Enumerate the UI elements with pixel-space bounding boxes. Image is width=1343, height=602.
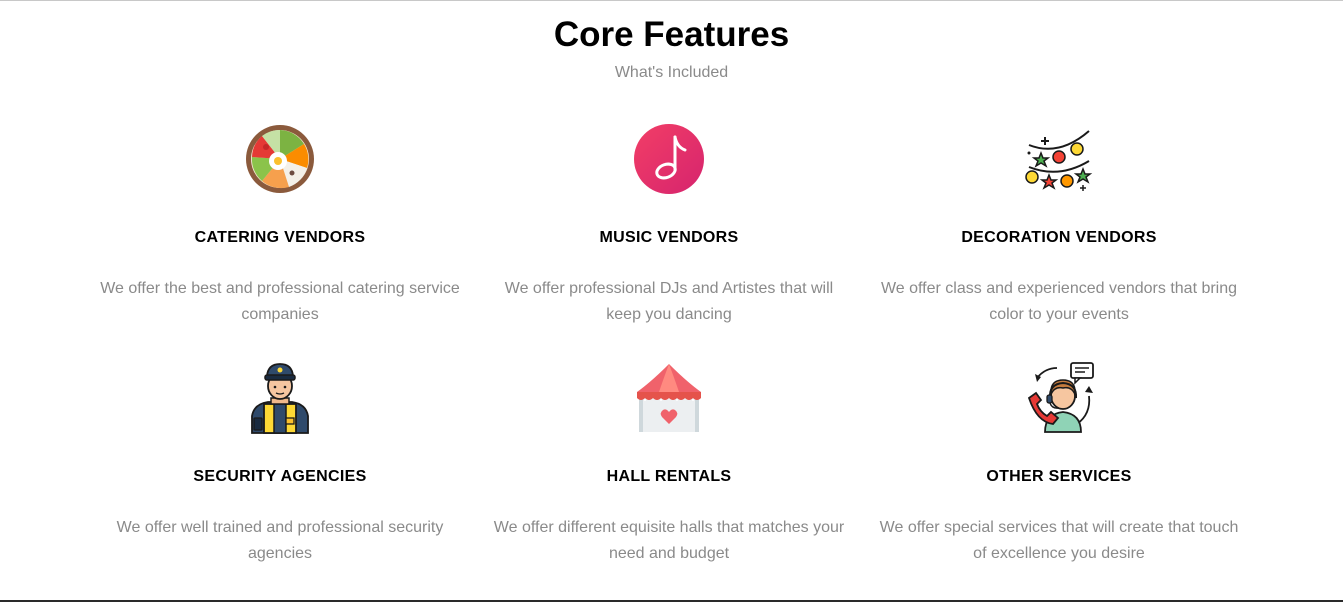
feature-security: SECURITY AGENCIES We offer well trained … — [85, 362, 475, 567]
feature-description: We offer professional DJs and Artistes t… — [504, 280, 834, 323]
feature-title: MUSIC VENDORS — [599, 229, 739, 246]
music-note-icon — [634, 124, 704, 194]
feature-description: We offer special services that will crea… — [879, 519, 1239, 562]
section-header: Core Features What's Included — [0, 15, 1343, 83]
core-features-section: Core Features What's Included CATERING V… — [0, 0, 1343, 602]
feature-description: We offer well trained and professional s… — [116, 519, 444, 562]
feature-music: MUSIC VENDORS We offer professional DJs … — [474, 123, 864, 328]
feature-other-services: OTHER SERVICES We offer special services… — [864, 362, 1254, 567]
feature-catering: CATERING VENDORS We offer the best and p… — [85, 123, 475, 328]
feature-title: HALL RENTALS — [606, 468, 732, 485]
hall-tent-icon — [637, 364, 701, 432]
section-title: Core Features — [553, 15, 790, 54]
feature-description: We offer class and experienced vendors t… — [880, 280, 1238, 323]
feature-description: We offer the best and professional cater… — [100, 280, 460, 323]
feature-description: We offer different equisite halls that m… — [493, 519, 845, 562]
feature-decoration: DECORATION VENDORS We offer class and ex… — [864, 123, 1254, 328]
feature-title: DECORATION VENDORS — [961, 229, 1157, 246]
party-lights-icon — [1025, 130, 1093, 191]
feature-title: OTHER SERVICES — [986, 468, 1132, 485]
customer-support-icon — [1027, 362, 1094, 433]
security-guard-icon — [251, 363, 309, 434]
feature-title: CATERING VENDORS — [194, 229, 366, 246]
food-bowl-icon — [246, 125, 314, 193]
feature-hall-rentals: HALL RENTALS We offer different equisite… — [474, 362, 864, 567]
feature-title: SECURITY AGENCIES — [193, 468, 367, 485]
section-subtitle: What's Included — [614, 64, 729, 81]
